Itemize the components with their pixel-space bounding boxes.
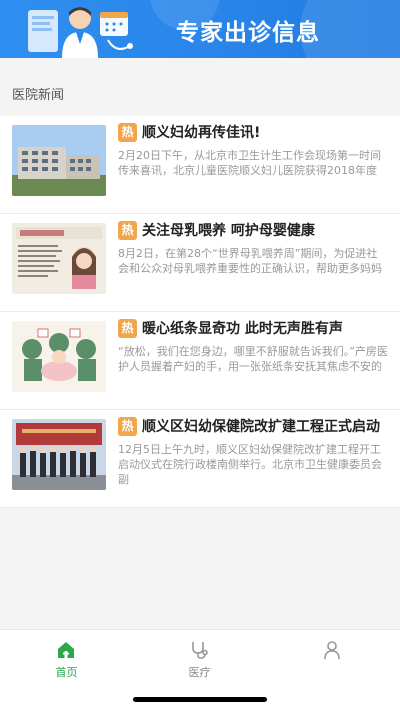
tab-label: 医疗	[188, 666, 211, 679]
news-item[interactable]: 热 关注母乳喂养 呵护母婴健康 8月2日，在第28个“世界母乳喂养周”期间，为促…	[0, 214, 400, 312]
tab-medical[interactable]: 医疗	[133, 630, 266, 688]
section-title: 医院新闻	[12, 88, 65, 103]
hot-badge: 热	[118, 123, 137, 142]
news-summary: 8月2日，在第28个“世界母乳喂养周”期间，为促进社会和公众对母乳喂养重要性的正…	[118, 247, 382, 275]
tab-profile[interactable]	[266, 630, 399, 688]
news-item[interactable]: 热 顺义区妇幼保健院改扩建工程正式启动 12月5日上午九时，顺义区妇幼保健院改扩…	[0, 410, 400, 508]
header-banner: 专家出诊信息	[0, 0, 400, 58]
news-item[interactable]: 热 暖心纸条显奇功 此时无声胜有声 “放松，我们在您身边，哪里不舒服就告诉我们。…	[0, 312, 400, 410]
stethoscope-icon	[192, 642, 208, 659]
news-title[interactable]: 顺义妇幼再传佳讯!	[142, 122, 392, 142]
section-header: 医院新闻	[0, 58, 400, 116]
home-indicator	[133, 697, 267, 702]
news-summary: 2月20日下午，从北京市卫生计生工作会现场第一时间传来喜讯，北京儿童医院顺义妇儿…	[118, 149, 381, 177]
news-title[interactable]: 暖心纸条显奇功 此时无声胜有声	[142, 318, 392, 338]
news-summary: 12月5日上午九时，顺义区妇幼保健院改扩建工程开工启动仪式在院行政楼南侧举行。北…	[118, 443, 382, 486]
news-thumbnail	[12, 223, 106, 294]
news-thumbnail	[12, 125, 106, 196]
user-icon	[324, 641, 340, 660]
page-title: 专家出诊信息	[176, 20, 320, 46]
news-summary: “放松，我们在您身边，哪里不舒服就告诉我们。”产房医护人员握着产妇的手，用一张张…	[118, 345, 388, 373]
news-list: 热 顺义妇幼再传佳讯! 2月20日下午，从北京市卫生计生工作会现场第一时间传来喜…	[0, 116, 400, 508]
tab-label: 首页	[55, 666, 78, 679]
news-item[interactable]: 热 顺义妇幼再传佳讯! 2月20日下午，从北京市卫生计生工作会现场第一时间传来喜…	[0, 116, 400, 214]
hot-badge: 热	[118, 319, 137, 338]
news-thumbnail	[12, 321, 106, 392]
tab-home[interactable]: 首页	[0, 630, 133, 688]
home-icon	[58, 642, 74, 658]
hot-badge: 热	[118, 417, 137, 436]
news-title[interactable]: 关注母乳喂养 呵护母婴健康	[142, 220, 392, 240]
hot-badge: 热	[118, 221, 137, 240]
news-thumbnail	[12, 419, 106, 490]
news-title[interactable]: 顺义区妇幼保健院改扩建工程正式启动	[142, 416, 392, 436]
doctor-illustration-icon	[28, 7, 133, 58]
